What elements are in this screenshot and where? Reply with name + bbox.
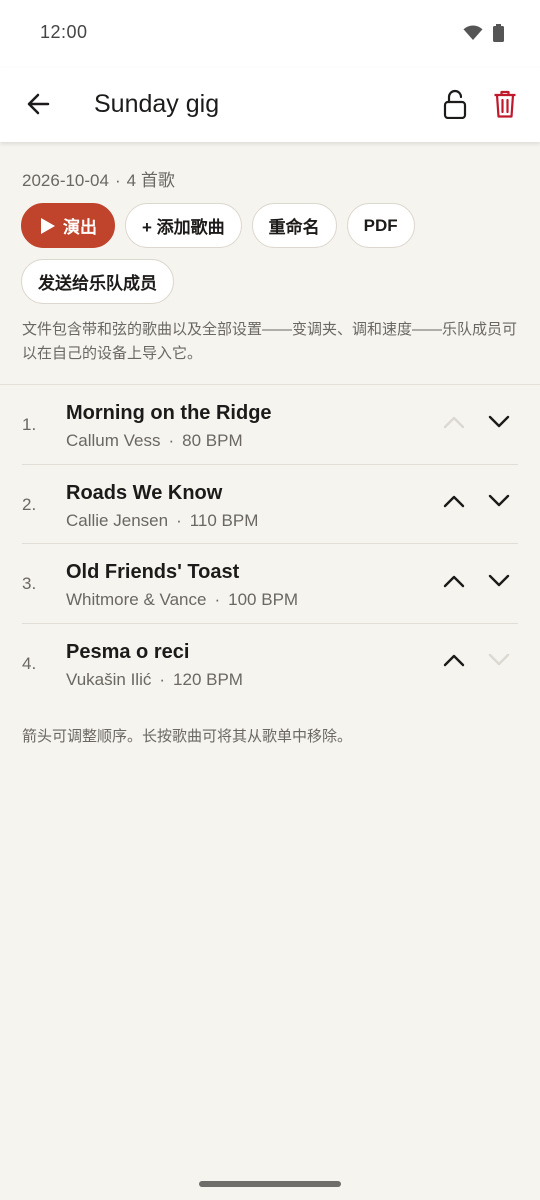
move-down-button[interactable] <box>482 407 516 441</box>
song-title: Old Friends' Toast <box>66 561 240 583</box>
move-up-button[interactable] <box>437 646 471 680</box>
chevron-down-icon <box>488 574 510 593</box>
move-down-button[interactable] <box>482 487 516 521</box>
arrow-left-icon <box>25 91 51 122</box>
song-row[interactable]: 3. Old Friends' Toast Whitmore & Vance · 1… <box>22 544 518 624</box>
trash-icon <box>493 90 517 123</box>
perform-label: 演出 <box>63 218 97 237</box>
meta-separator: · <box>114 171 121 190</box>
song-artist: Vukašin Ilić <box>66 669 152 689</box>
chevron-down-icon <box>488 653 510 672</box>
song-separator: · <box>214 590 221 609</box>
song-artist: Callie Jensen <box>66 510 169 530</box>
setlist-date: 2026-10-04 <box>22 171 109 190</box>
chevron-down-icon <box>488 494 510 513</box>
chevron-up-icon <box>443 653 465 672</box>
perform-button[interactable]: 演出 <box>21 203 115 248</box>
song-subtitle: Callum Vess · 80 BPM <box>66 431 243 451</box>
send-to-band-button[interactable]: 发送给乐队成员 <box>21 259 174 304</box>
song-row[interactable]: 2. Roads We Know Callie Jensen · 110 BPM <box>22 465 518 544</box>
unlock-icon <box>443 89 467 124</box>
gesture-bar[interactable] <box>199 1181 341 1187</box>
add-song-button[interactable]: + 添加歌曲 <box>125 203 242 248</box>
song-number: 3. <box>22 574 37 593</box>
song-title: Morning on the Ridge <box>66 402 272 424</box>
lock-button[interactable] <box>438 88 472 124</box>
song-separator: · <box>168 431 175 450</box>
battery-icon <box>493 24 504 47</box>
song-number: 1. <box>22 415 37 434</box>
song-bpm: 120 BPM <box>173 669 243 689</box>
song-artist: Whitmore & Vance <box>66 590 207 609</box>
song-list: 1. Morning on the Ridge Callum Vess · 80 B… <box>0 384 540 703</box>
app-bar: Sunday gig <box>0 68 540 142</box>
chevron-up-icon <box>443 415 465 434</box>
rename-button[interactable]: 重命名 <box>251 203 337 248</box>
song-title: Pesma o reci <box>66 640 190 663</box>
delete-button[interactable] <box>488 88 522 124</box>
play-icon <box>41 217 55 234</box>
song-subtitle: Callie Jensen · 110 BPM <box>66 511 258 531</box>
back-button[interactable] <box>20 88 56 124</box>
move-down-button <box>482 646 516 680</box>
status-icons <box>463 24 504 47</box>
move-down-button[interactable] <box>482 566 516 600</box>
song-title: Roads We Know <box>66 481 223 504</box>
page-title: Sunday gig <box>94 90 220 118</box>
song-count: 4 首歌 <box>126 171 175 190</box>
wifi-icon <box>463 25 483 46</box>
action-row-1: 演出 + 添加歌曲 重命名 PDF <box>21 203 415 248</box>
song-artist: Callum Vess <box>66 431 161 450</box>
setlist-meta: 2026-10-04 · 4 首歌 <box>22 166 175 191</box>
song-number: 2. <box>22 494 37 514</box>
song-row[interactable]: 1. Morning on the Ridge Callum Vess · 80 B… <box>22 385 518 465</box>
export-info-text: 文件包含带和弦的歌曲以及全部设置——变调夹、调和速度——乐队成员可以在自己的设备… <box>22 321 518 362</box>
move-up-button[interactable] <box>437 566 471 600</box>
song-separator: · <box>159 669 166 689</box>
song-subtitle: Whitmore & Vance · 100 BPM <box>66 590 298 610</box>
status-bar: 12:00 <box>0 0 540 68</box>
song-row[interactable]: 4. Pesma o reci Vukašin Ilić · 120 BPM <box>22 624 518 704</box>
reorder-hint: 箭头可调整顺序。长按歌曲可将其从歌单中移除。 <box>22 728 353 745</box>
song-bpm: 110 BPM <box>189 510 259 530</box>
action-row-2: 发送给乐队成员 <box>21 259 174 304</box>
song-bpm: 80 BPM <box>182 431 243 450</box>
move-up-button[interactable] <box>437 487 471 521</box>
chevron-up-icon <box>443 494 465 513</box>
move-up-button <box>437 407 471 441</box>
pdf-button[interactable]: PDF <box>346 203 415 248</box>
chevron-down-icon <box>488 415 510 434</box>
song-number: 4. <box>22 653 37 673</box>
status-time: 12:00 <box>40 22 88 42</box>
song-bpm: 100 BPM <box>228 590 299 609</box>
song-subtitle: Vukašin Ilić · 120 BPM <box>66 670 243 690</box>
chevron-up-icon <box>443 574 465 593</box>
song-separator: · <box>176 510 182 530</box>
